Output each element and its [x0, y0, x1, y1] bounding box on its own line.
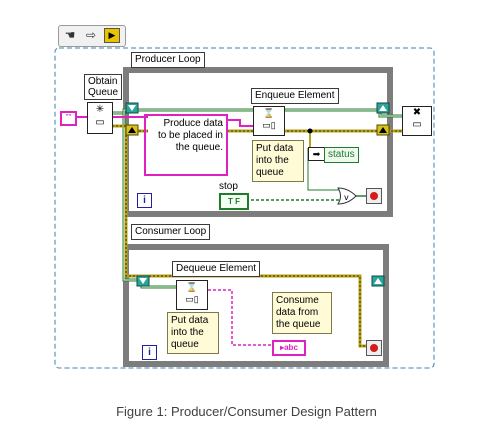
producer-loop-label: Producer Loop [131, 52, 205, 68]
svg-text:v: v [344, 193, 349, 202]
consumer-loop-label: Consumer Loop [131, 224, 211, 240]
status-field: status [324, 147, 359, 163]
string-indicator[interactable]: ▸abc [272, 340, 306, 356]
string-indicator-label: abc [284, 343, 298, 352]
string-constant[interactable]: "" [60, 111, 77, 126]
dequeue-icon: ⌛ ▭▯ [185, 282, 199, 304]
consumer-iteration-terminal: i [142, 345, 157, 360]
obtain-queue-label: Obtain Queue [84, 74, 123, 100]
consumer-put-data-note: Put data into the queue [167, 312, 219, 354]
stop-control[interactable]: T F [219, 193, 249, 210]
consume-data-note: Consume data from the queue [272, 292, 332, 334]
stop-label: stop [219, 181, 238, 192]
wire-junction [307, 128, 313, 134]
enqueue-icon: ⌛ ▭▯ [262, 108, 276, 130]
producer-stop-condition[interactable] [366, 188, 382, 204]
release-queue-icon: ✖ ▭ [412, 107, 422, 130]
stop-button-icon [370, 344, 378, 352]
enqueue-element-label: Enqueue Element [251, 88, 339, 104]
produce-data-note: Produce data to be placed in the queue. [148, 116, 226, 156]
diagram-canvas: v [54, 47, 435, 369]
enqueue-element-node[interactable]: ⌛ ▭▯ [253, 106, 285, 136]
block-diagram: ☚ ⇨ ▶ v Producer Loop Consumer Loop Obta… [0, 0, 493, 439]
dequeue-element-node[interactable]: ⌛ ▭▯ [176, 280, 208, 310]
producer-iteration-terminal: i [137, 193, 152, 208]
queue-icon: ✳ ▭ [95, 104, 105, 128]
stop-button-icon [370, 192, 378, 200]
dequeue-element-label: Dequeue Element [172, 261, 261, 277]
unbundle-status-node[interactable]: ➡ [308, 147, 325, 161]
obtain-queue-node[interactable]: ✳ ▭ [87, 102, 113, 134]
release-queue-node[interactable]: ✖ ▭ [402, 106, 432, 136]
consumer-stop-condition[interactable] [366, 340, 382, 356]
producer-put-data-note: Put data into the queue [252, 140, 304, 182]
figure-caption: Figure 1: Producer/Consumer Design Patte… [116, 404, 377, 419]
